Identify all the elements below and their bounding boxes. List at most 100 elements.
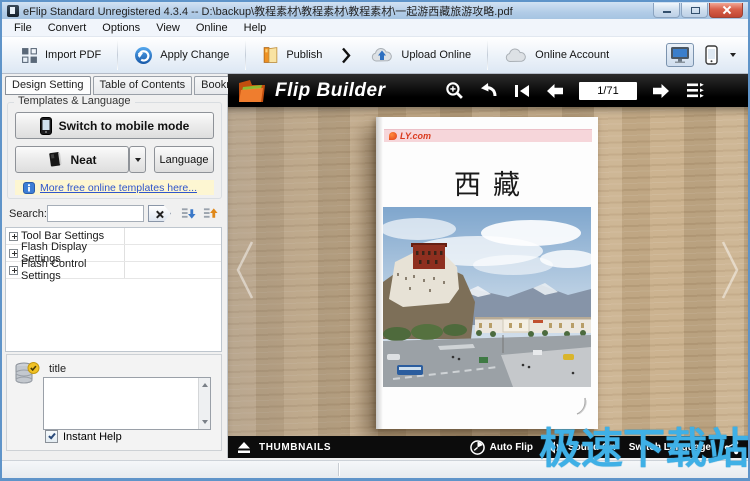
apply-change-button[interactable]: Apply Change	[121, 41, 242, 70]
close-button[interactable]	[709, 3, 743, 18]
account-cloud-icon	[504, 47, 528, 64]
window-controls	[652, 3, 743, 18]
template-name-label: Neat	[70, 153, 96, 167]
preview-nav-icons: 1/71	[445, 81, 705, 100]
templates-language-group: Templates & Language Switch to mobile mo…	[7, 102, 222, 199]
upload-online-button[interactable]: Upload Online	[357, 42, 484, 69]
publish-button[interactable]: Publish	[249, 41, 335, 69]
menu-convert[interactable]: Convert	[40, 20, 95, 36]
cover-photo-potala-palace	[383, 207, 591, 387]
toolbar-separator	[487, 40, 488, 70]
flip-builder-logo-icon	[237, 78, 267, 104]
clear-search-button[interactable]	[148, 205, 171, 222]
preview-top-bar: Flip Builder 1/71	[228, 74, 748, 107]
template-select-button[interactable]: Neat	[15, 146, 129, 173]
apply-change-icon	[134, 46, 153, 65]
template-dropdown-button[interactable]	[129, 146, 146, 173]
tree-row-flash-control-settings[interactable]: Flash Control Settings	[6, 262, 221, 279]
scroll-up-icon[interactable]	[202, 383, 208, 387]
switch-mobile-mode-button[interactable]: Switch to mobile mode	[15, 112, 214, 139]
language-button[interactable]: Language	[154, 146, 214, 173]
instant-help-row: Instant Help	[45, 430, 122, 443]
prev-page-icon[interactable]	[546, 82, 564, 100]
apply-change-label: Apply Change	[160, 49, 229, 61]
templates-link-bar: More free online templates here...	[15, 180, 214, 195]
menu-help[interactable]: Help	[236, 20, 275, 36]
titlebar: eFlip Standard Unregistered 4.3.4 -- D:\…	[2, 2, 748, 19]
group-title: Templates & Language	[14, 95, 135, 107]
zoom-icon[interactable]	[445, 81, 464, 100]
title-textarea[interactable]	[43, 377, 211, 430]
tab-design-setting[interactable]: Design Setting	[5, 76, 91, 95]
page-left-arrow[interactable]	[234, 239, 256, 301]
instant-help-label: Instant Help	[63, 431, 122, 443]
switch-mobile-mode-label: Switch to mobile mode	[59, 119, 190, 133]
minimize-icon	[663, 11, 671, 13]
textarea-scrollbar[interactable]	[198, 378, 210, 429]
toc-icon[interactable]	[685, 81, 705, 100]
eject-icon	[237, 441, 251, 454]
chevron-right-icon	[341, 47, 351, 64]
instant-help-checkbox[interactable]	[45, 430, 58, 443]
online-account-button[interactable]: Online Account	[491, 42, 622, 69]
toolbar: Import PDF Apply Change Publish Upload O…	[2, 37, 748, 74]
online-account-label: Online Account	[535, 49, 609, 61]
info-icon	[23, 182, 35, 194]
publish-icon	[262, 46, 279, 64]
thumbnails-button[interactable]: THUMBNAILS	[237, 441, 331, 454]
maximize-button[interactable]	[681, 3, 708, 18]
device-dropdown-icon[interactable]	[730, 53, 736, 57]
title-property-box: title Instant Help	[6, 354, 222, 451]
menu-view[interactable]: View	[148, 20, 188, 36]
next-page-icon[interactable]	[652, 82, 670, 100]
desktop-mode-button[interactable]	[666, 43, 694, 67]
search-input[interactable]	[47, 205, 144, 222]
tree-cell: Flash Control Settings	[6, 262, 125, 278]
clear-search-icon	[155, 210, 163, 218]
language-label: Language	[160, 154, 209, 166]
expand-icon[interactable]	[9, 249, 18, 258]
sidebar-tabbar: Design Setting Table of Contents Bookmar…	[5, 77, 224, 95]
page-right-arrow[interactable]	[719, 239, 741, 301]
window-title: eFlip Standard Unregistered 4.3.4 -- D:\…	[23, 3, 513, 19]
cover-brand-banner: LY.com	[384, 129, 592, 142]
settings-tree: Tool Bar Settings Flash Display Settings…	[5, 227, 222, 352]
menu-options[interactable]: Options	[94, 20, 148, 36]
app-window: eFlip Standard Unregistered 4.3.4 -- D:\…	[0, 0, 750, 481]
import-pdf-label: Import PDF	[45, 49, 101, 61]
dropdown-icon	[135, 158, 141, 162]
auto-flip-clock-icon	[470, 440, 485, 455]
toolbar-separator	[117, 40, 118, 70]
upload-online-label: Upload Online	[401, 49, 471, 61]
toolbar-separator	[245, 40, 246, 70]
tab-table-of-contents[interactable]: Table of Contents	[93, 76, 193, 95]
minimize-button[interactable]	[653, 3, 680, 18]
book-cover[interactable]: LY.com 西藏	[376, 117, 598, 429]
search-row: Search:	[9, 205, 222, 223]
scroll-down-icon[interactable]	[202, 420, 208, 424]
preview-stage: LY.com 西藏	[228, 107, 748, 436]
more-templates-link[interactable]: More free online templates here...	[40, 182, 197, 194]
menu-online[interactable]: Online	[188, 20, 236, 36]
auto-flip-button[interactable]: Auto Flip	[470, 440, 533, 455]
export-settings-icon[interactable]	[203, 206, 218, 221]
brand-flower-icon	[389, 132, 397, 140]
expand-icon[interactable]	[9, 266, 18, 275]
undo-icon[interactable]	[479, 82, 498, 100]
app-icon	[7, 5, 19, 17]
import-pdf-icon	[21, 47, 38, 64]
import-settings-icon[interactable]	[181, 206, 196, 221]
book-title: 西藏	[376, 163, 598, 202]
main-area: Design Setting Table of Contents Bookmar…	[2, 74, 748, 458]
phone-mode-button[interactable]	[697, 43, 725, 67]
database-check-icon	[14, 361, 40, 388]
thumbnails-label: THUMBNAILS	[259, 442, 331, 453]
menu-file[interactable]: File	[6, 20, 40, 36]
tree-label: Flash Control Settings	[21, 258, 124, 282]
import-pdf-button[interactable]: Import PDF	[8, 42, 114, 69]
page-indicator-input[interactable]: 1/71	[579, 82, 637, 100]
brand-text: LY.com	[400, 131, 431, 141]
first-page-icon[interactable]	[513, 82, 531, 100]
monitor-icon	[670, 46, 690, 64]
expand-icon[interactable]	[9, 232, 18, 241]
